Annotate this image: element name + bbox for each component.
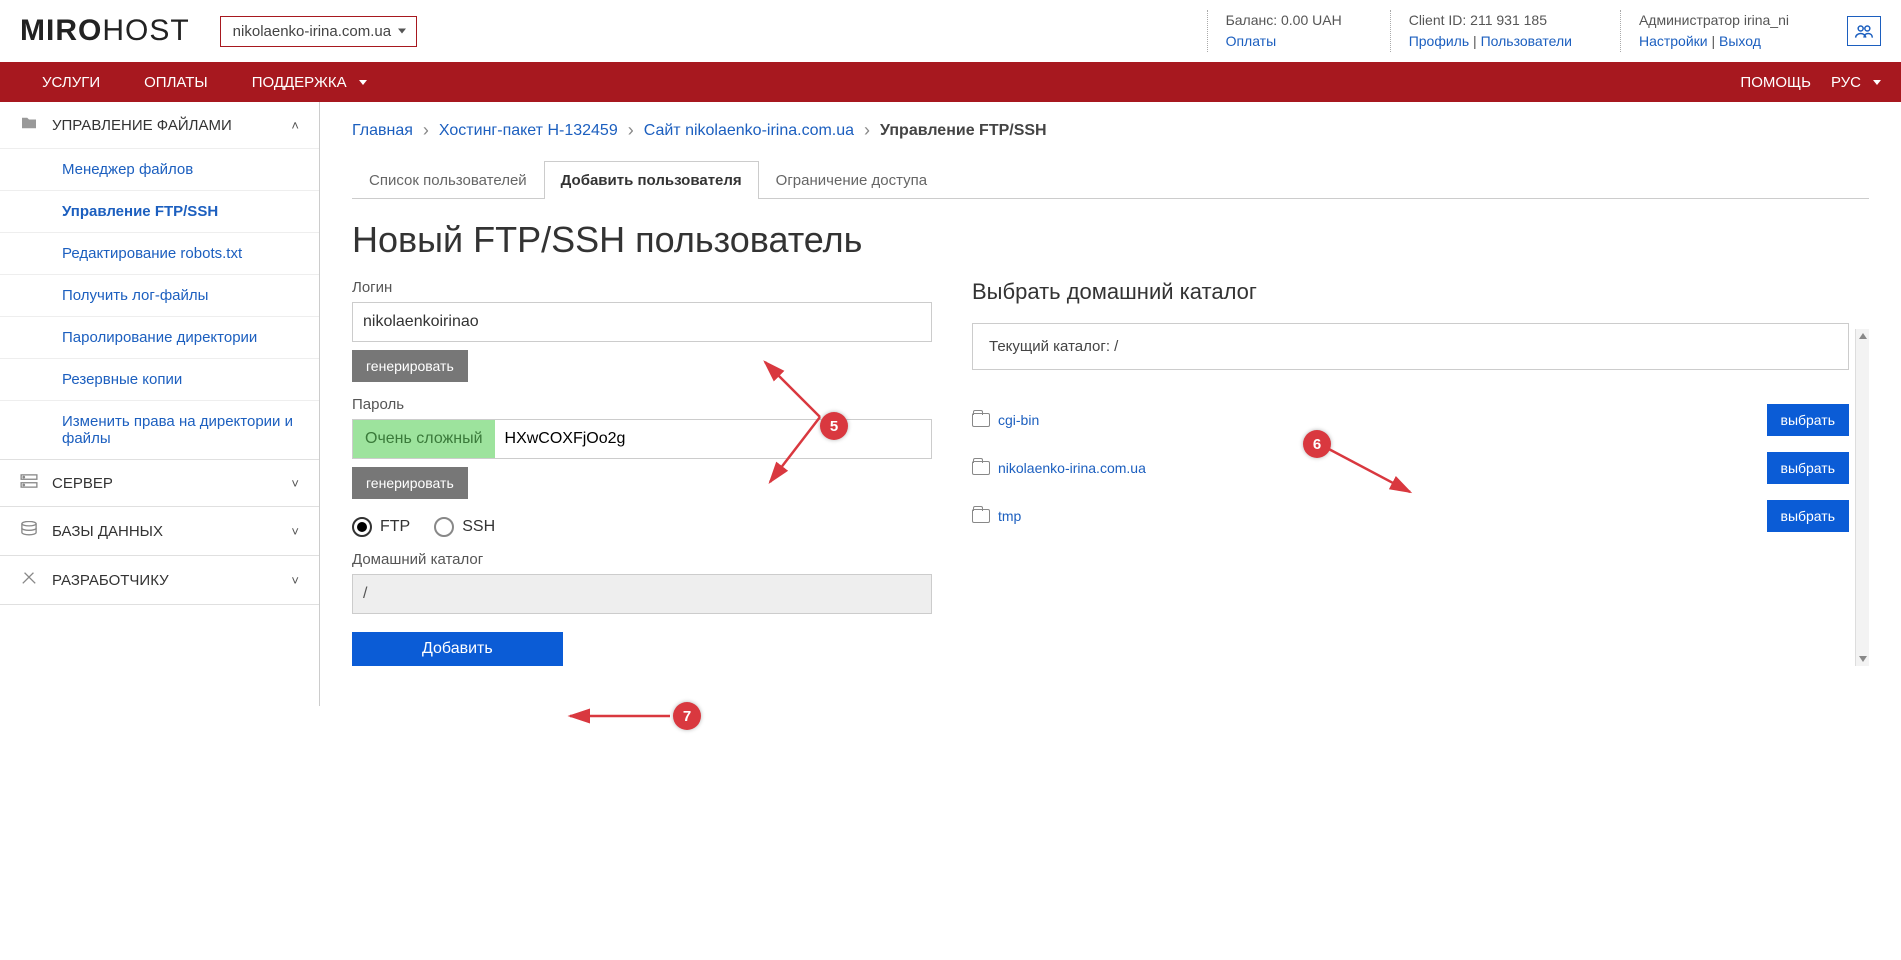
chevron-down-icon: ˅ bbox=[291, 476, 299, 491]
dir-link-cgi-bin[interactable]: cgi-bin bbox=[998, 412, 1039, 428]
server-icon bbox=[20, 474, 40, 492]
login-label: Логин bbox=[352, 279, 932, 296]
dir-link-tmp[interactable]: tmp bbox=[998, 508, 1021, 524]
select-dir-button[interactable]: выбрать bbox=[1767, 452, 1850, 484]
logout-link[interactable]: Выход bbox=[1719, 33, 1761, 49]
annotation-7: 7 bbox=[673, 702, 701, 730]
folder-icon bbox=[972, 461, 990, 475]
tab-access-restriction[interactable]: Ограничение доступа bbox=[759, 161, 944, 199]
radio-ftp[interactable]: FTP bbox=[352, 517, 410, 537]
sidebar-section-server[interactable]: СЕРВЕР ˅ bbox=[0, 460, 319, 506]
current-dir-box: Текущий каталог: / bbox=[972, 323, 1849, 370]
sidebar-item-robots[interactable]: Редактирование robots.txt bbox=[0, 232, 319, 274]
login-input[interactable] bbox=[352, 302, 932, 342]
radio-on-icon bbox=[352, 517, 372, 537]
breadcrumb-home[interactable]: Главная bbox=[352, 122, 413, 140]
navbar: УСЛУГИ ОПЛАТЫ ПОДДЕРЖКА ПОМОЩЬ РУС bbox=[0, 62, 1901, 102]
header: MIROHOST nikolaenko-irina.com.ua Баланс:… bbox=[0, 0, 1901, 62]
folder-icon bbox=[972, 413, 990, 427]
directory-column: Выбрать домашний каталог Текущий каталог… bbox=[972, 279, 1869, 666]
breadcrumb-site[interactable]: Сайт nikolaenko-irina.com.ua bbox=[644, 122, 854, 140]
arrow-icon bbox=[565, 702, 675, 732]
dir-row: cgi-bin выбрать bbox=[972, 396, 1849, 444]
main-content: Главная Хостинг-пакет H-132459 Сайт niko… bbox=[320, 102, 1901, 706]
breadcrumb: Главная Хостинг-пакет H-132459 Сайт niko… bbox=[352, 120, 1869, 141]
form-column: Логин генерировать Пароль Очень сложный … bbox=[352, 279, 932, 666]
tabs: Список пользователей Добавить пользовате… bbox=[352, 161, 1869, 199]
radio-ssh[interactable]: SSH bbox=[434, 517, 495, 537]
annotation-5: 5 bbox=[820, 412, 848, 440]
folder-icon bbox=[20, 116, 40, 134]
nav-payments[interactable]: ОПЛАТЫ bbox=[122, 62, 230, 102]
dir-row: nikolaenko-irina.com.ua выбрать bbox=[972, 444, 1849, 492]
logo[interactable]: MIROHOST bbox=[20, 14, 190, 48]
nav-help[interactable]: ПОМОЩЬ bbox=[1740, 74, 1811, 91]
sidebar: УПРАВЛЕНИЕ ФАЙЛАМИ ˄ Менеджер файлов Упр… bbox=[0, 102, 320, 706]
radio-off-icon bbox=[434, 517, 454, 537]
admin-label: Администратор irina_ni bbox=[1639, 10, 1789, 31]
submit-button[interactable]: Добавить bbox=[352, 632, 563, 666]
dir-row: tmp выбрать bbox=[972, 492, 1849, 540]
chevron-down-icon: ˅ bbox=[291, 524, 299, 539]
breadcrumb-current: Управление FTP/SSH bbox=[880, 122, 1047, 140]
sidebar-item-permissions[interactable]: Изменить права на директории и файлы bbox=[0, 400, 319, 459]
password-input[interactable] bbox=[495, 420, 931, 458]
nav-support[interactable]: ПОДДЕРЖКА bbox=[230, 62, 389, 102]
password-strength: Очень сложный bbox=[353, 420, 495, 458]
choose-dir-title: Выбрать домашний каталог bbox=[972, 279, 1849, 305]
client-id-label: Client ID: 211 931 185 bbox=[1409, 10, 1572, 31]
nav-services[interactable]: УСЛУГИ bbox=[20, 62, 122, 102]
dir-link-domain[interactable]: nikolaenko-irina.com.ua bbox=[998, 460, 1146, 476]
home-dir-label: Домашний каталог bbox=[352, 551, 932, 568]
client-block: Client ID: 211 931 185 Профиль | Пользов… bbox=[1390, 10, 1590, 52]
sidebar-item-ftp-ssh[interactable]: Управление FTP/SSH bbox=[0, 190, 319, 232]
tab-add-user[interactable]: Добавить пользователя bbox=[544, 161, 759, 199]
balance-label: Баланс: 0.00 UAH bbox=[1226, 10, 1342, 31]
chevron-up-icon: ˄ bbox=[291, 118, 299, 133]
domain-dropdown[interactable]: nikolaenko-irina.com.ua bbox=[220, 16, 417, 47]
users-icon[interactable] bbox=[1847, 16, 1881, 46]
admin-block: Администратор irina_ni Настройки | Выход bbox=[1620, 10, 1807, 52]
sidebar-item-file-manager[interactable]: Менеджер файлов bbox=[0, 148, 319, 190]
payments-link[interactable]: Оплаты bbox=[1226, 33, 1277, 49]
database-icon bbox=[20, 521, 40, 541]
profile-link[interactable]: Профиль bbox=[1409, 33, 1469, 49]
chevron-down-icon: ˅ bbox=[291, 573, 299, 588]
balance-block: Баланс: 0.00 UAH Оплаты bbox=[1207, 10, 1360, 52]
sidebar-section-files[interactable]: УПРАВЛЕНИЕ ФАЙЛАМИ ˄ bbox=[0, 102, 319, 148]
scrollbar[interactable] bbox=[1855, 329, 1869, 666]
annotation-6: 6 bbox=[1303, 430, 1331, 458]
settings-link[interactable]: Настройки bbox=[1639, 33, 1708, 49]
home-dir-input[interactable] bbox=[352, 574, 932, 614]
tools-icon bbox=[20, 570, 40, 590]
sidebar-item-backups[interactable]: Резервные копии bbox=[0, 358, 319, 400]
users-link[interactable]: Пользователи bbox=[1481, 33, 1572, 49]
folder-icon bbox=[972, 509, 990, 523]
protocol-radio-group: FTP SSH bbox=[352, 517, 932, 537]
sidebar-item-password-dir[interactable]: Паролирование директории bbox=[0, 316, 319, 358]
sidebar-section-db[interactable]: БАЗЫ ДАННЫХ ˅ bbox=[0, 507, 319, 555]
page-title: Новый FTP/SSH пользователь bbox=[352, 219, 1869, 261]
password-label: Пароль bbox=[352, 396, 932, 413]
select-dir-button[interactable]: выбрать bbox=[1767, 404, 1850, 436]
tab-user-list[interactable]: Список пользователей bbox=[352, 161, 544, 199]
generate-password-button[interactable]: генерировать bbox=[352, 467, 468, 499]
sidebar-section-dev[interactable]: РАЗРАБОТЧИКУ ˅ bbox=[0, 556, 319, 604]
breadcrumb-package[interactable]: Хостинг-пакет H-132459 bbox=[439, 122, 618, 140]
sidebar-item-logs[interactable]: Получить лог-файлы bbox=[0, 274, 319, 316]
nav-lang[interactable]: РУС bbox=[1831, 74, 1881, 91]
select-dir-button[interactable]: выбрать bbox=[1767, 500, 1850, 532]
generate-login-button[interactable]: генерировать bbox=[352, 350, 468, 382]
